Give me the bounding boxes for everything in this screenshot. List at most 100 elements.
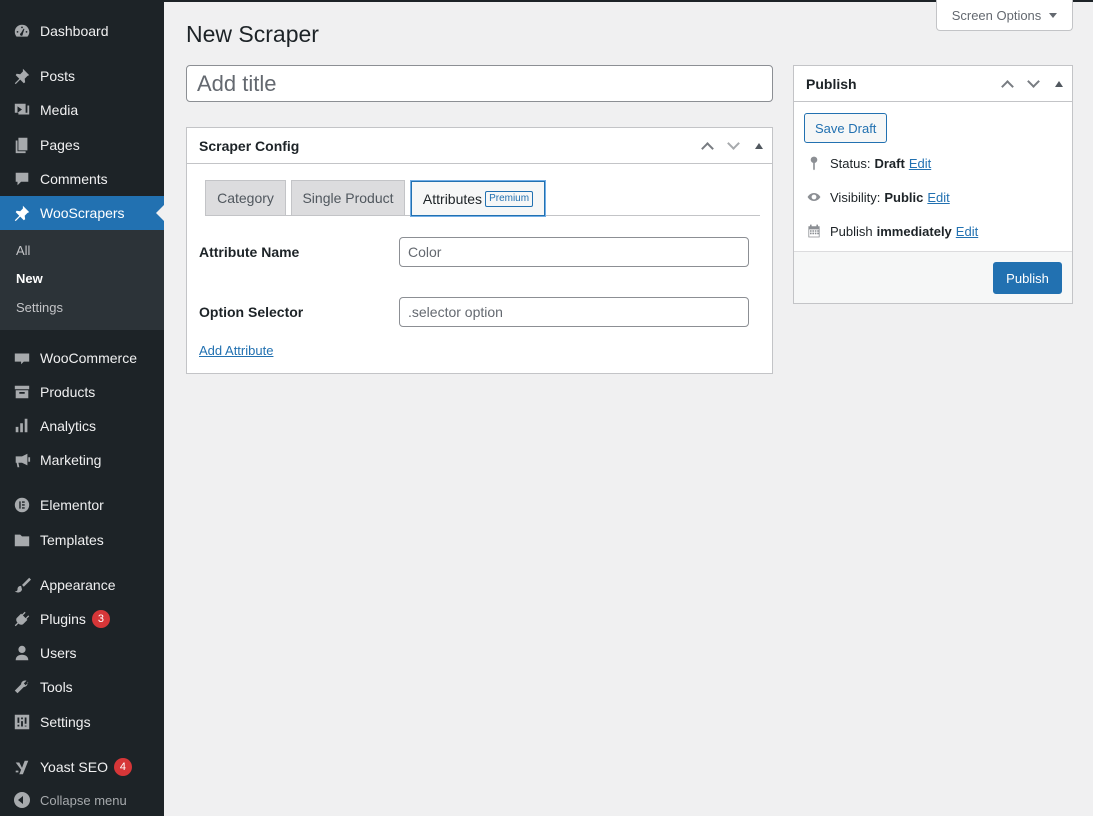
submenu-item-new[interactable]: New — [16, 271, 43, 286]
bar-chart-icon — [12, 416, 32, 436]
save-draft-button[interactable]: Save Draft — [804, 113, 888, 143]
yoast-icon — [12, 757, 32, 777]
menu-label: Marketing — [40, 452, 102, 468]
menu-label: Pages — [40, 137, 80, 153]
dashboard-icon — [12, 21, 32, 41]
menu-label: Elementor — [40, 497, 104, 513]
page-title: New Scraper — [186, 21, 319, 47]
menu-item-media[interactable]: Media — [0, 93, 164, 127]
pin-icon — [12, 66, 32, 86]
menu-item-comments[interactable]: Comments — [0, 162, 164, 196]
menu-label: WooScrapers — [40, 205, 125, 221]
edit-status-link[interactable]: Edit — [909, 156, 931, 171]
menu-label: Appearance — [40, 577, 116, 593]
status-label: Status: — [830, 155, 871, 171]
menu-item-elementor[interactable]: Elementor — [0, 488, 164, 522]
sliders-icon — [12, 712, 32, 732]
menu-item-wooscrapers[interactable]: WooScrapers — [0, 196, 164, 230]
visibility-label: Visibility: — [830, 189, 881, 205]
menu-item-templates[interactable]: Templates — [0, 523, 164, 557]
option-selector-input[interactable] — [399, 297, 749, 327]
chevron-down-icon — [1026, 74, 1040, 88]
menu-label: Settings — [40, 714, 91, 730]
status-value: Draft — [874, 155, 905, 171]
chevron-down-icon — [726, 136, 740, 150]
menu-label: Analytics — [40, 418, 97, 434]
publish-button[interactable]: Publish — [993, 262, 1062, 294]
menu-item-plugins[interactable]: Plugins 3 — [0, 602, 164, 636]
add-attribute-link[interactable]: Add Attribute — [199, 343, 273, 358]
scraper-config-header: Scraper Config — [187, 128, 772, 164]
collapse-menu-button[interactable]: Collapse menu — [0, 788, 164, 812]
submenu-item-settings[interactable]: Settings — [16, 300, 63, 315]
collapse-arrow-icon — [14, 792, 30, 808]
option-selector-label: Option Selector — [199, 304, 304, 320]
menu-item-analytics[interactable]: Analytics — [0, 409, 164, 443]
attribute-name-label: Attribute Name — [199, 244, 300, 260]
archive-icon — [12, 382, 32, 402]
menu-item-dashboard[interactable]: Dashboard — [0, 14, 164, 48]
yoast-notification-badge: 4 — [113, 758, 132, 776]
wooscrapers-submenu: All New Settings — [0, 230, 164, 330]
media-icon — [12, 100, 32, 120]
menu-item-posts[interactable]: Posts — [0, 59, 164, 93]
menu-item-tools[interactable]: Tools — [0, 670, 164, 704]
menu-label: WooCommerce — [40, 350, 137, 366]
wrench-icon — [12, 677, 32, 697]
screen-options-label: Screen Options — [951, 7, 1042, 23]
menu-item-woocommerce[interactable]: WooCommerce — [0, 341, 164, 375]
user-icon — [12, 643, 32, 663]
folder-icon — [12, 530, 32, 550]
tab-label: Category — [217, 190, 274, 206]
pin-icon — [12, 203, 32, 223]
menu-item-pages[interactable]: Pages — [0, 128, 164, 162]
elementor-icon — [12, 495, 32, 515]
menu-item-yoast-seo[interactable]: Yoast SEO 4 — [0, 750, 164, 784]
menu-label: Media — [40, 102, 79, 118]
edit-visibility-link[interactable]: Edit — [927, 190, 949, 205]
menu-item-appearance[interactable]: Appearance — [0, 568, 164, 602]
visibility-value: Public — [884, 189, 924, 205]
move-up-button[interactable] — [694, 128, 720, 164]
chevron-up-icon — [1000, 79, 1014, 93]
publish-actions: Publish — [794, 251, 1072, 303]
calendar-icon — [808, 224, 820, 238]
publish-label: Publish — [830, 223, 873, 239]
menu-label: Templates — [40, 532, 104, 548]
collapse-menu-label: Collapse menu — [40, 792, 127, 808]
move-up-button[interactable] — [994, 66, 1020, 102]
tab-attributes[interactable]: Attributes Premium — [410, 180, 546, 217]
scraper-config-box: Scraper Config Category Single Product A… — [186, 127, 773, 374]
menu-item-settings[interactable]: Settings — [0, 705, 164, 739]
move-down-button[interactable] — [720, 128, 746, 164]
eye-icon — [807, 193, 821, 201]
edit-publish-date-link[interactable]: Edit — [956, 224, 978, 239]
scraper-config-title: Scraper Config — [199, 137, 300, 154]
menu-item-products[interactable]: Products — [0, 375, 164, 409]
publish-header: Publish — [794, 66, 1072, 102]
pages-icon — [12, 135, 32, 155]
menu-item-marketing[interactable]: Marketing — [0, 443, 164, 477]
pin-icon — [810, 156, 818, 171]
tab-single-product[interactable]: Single Product — [291, 180, 405, 216]
attribute-name-input[interactable] — [399, 237, 749, 267]
submenu-item-all[interactable]: All — [16, 243, 30, 258]
menu-item-users[interactable]: Users — [0, 636, 164, 670]
toggle-panel-button[interactable] — [1046, 66, 1072, 102]
caret-down-icon — [1049, 12, 1058, 18]
screen-options-button[interactable]: Screen Options — [936, 0, 1073, 31]
triangle-up-icon — [1055, 80, 1063, 87]
tab-category[interactable]: Category — [205, 180, 286, 216]
toggle-panel-button[interactable] — [746, 128, 772, 164]
premium-badge: Premium — [485, 190, 534, 207]
triangle-up-icon — [755, 142, 763, 149]
menu-label: Products — [40, 384, 96, 400]
publish-title: Publish — [806, 75, 857, 92]
move-down-button[interactable] — [1020, 66, 1046, 102]
menu-label: Dashboard — [40, 23, 109, 39]
post-title-input[interactable] — [186, 65, 773, 102]
chevron-up-icon — [700, 141, 714, 155]
status-row: Status: Draft Edit — [806, 155, 931, 171]
brush-icon — [12, 575, 32, 595]
visibility-row: Visibility: Public Edit — [806, 189, 950, 205]
